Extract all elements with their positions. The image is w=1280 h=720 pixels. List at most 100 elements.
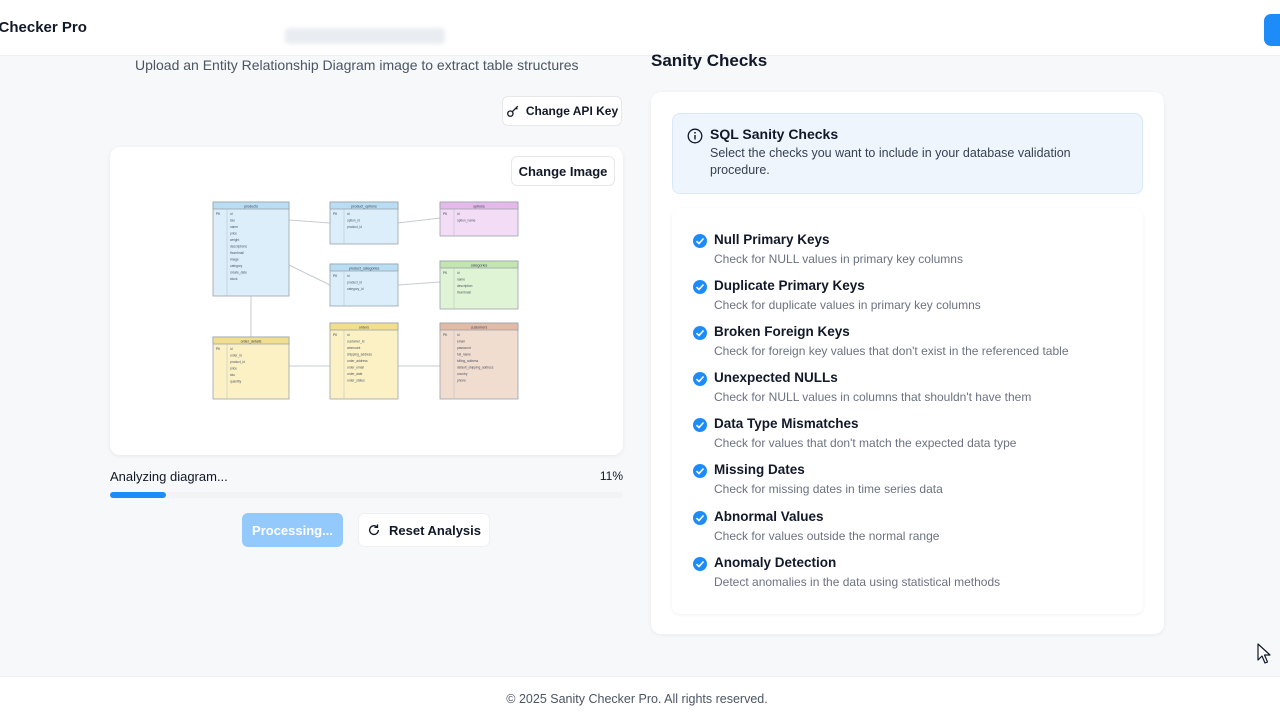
check-description: Check for foreign key values that don't … — [714, 344, 1069, 358]
erd-column: id — [347, 333, 350, 337]
erd-column: default_shipping_address — [457, 366, 494, 370]
checks-list-card — [672, 208, 1143, 614]
check-description: Detect anomalies in the data using stati… — [714, 575, 1001, 589]
check-title: Missing Dates — [714, 462, 805, 477]
check-title: Abnormal Values — [714, 509, 824, 524]
erd-column: full_name — [457, 353, 471, 357]
check-title: Duplicate Primary Keys — [714, 278, 865, 293]
check-title: Anomaly Detection — [714, 555, 837, 570]
erd-column: password — [457, 346, 471, 350]
check-circle-icon[interactable] — [693, 464, 707, 478]
info-title: SQL Sanity Checks — [710, 126, 839, 142]
refresh-icon — [368, 524, 380, 536]
erd-column: customer_id — [347, 340, 365, 344]
erd-column: price — [230, 367, 237, 371]
check-circle-icon[interactable] — [693, 280, 707, 294]
erd-column: billing_address — [457, 359, 479, 363]
change-image-button[interactable]: Change Image — [511, 156, 615, 186]
erd-column: id — [347, 274, 350, 278]
check-description: Check for values that don't match the ex… — [714, 436, 1017, 450]
reset-analysis-button[interactable]: Reset Analysis — [358, 513, 490, 547]
erd-column: product_id — [230, 360, 245, 364]
upload-subtitle: Upload an Entity Relationship Diagram im… — [135, 57, 579, 73]
erd-column: name — [457, 278, 465, 282]
erd-table-name: order_details — [241, 340, 262, 344]
erd-column: id — [457, 333, 460, 337]
check-title: Unexpected NULLs — [714, 370, 838, 385]
progress-label: Analyzing diagram... — [110, 469, 228, 484]
erd-table: ordersPK idcustomer_idammountshipping_add… — [329, 322, 399, 400]
erd-column: option_id — [347, 219, 360, 223]
check-circle-icon[interactable] — [693, 418, 707, 432]
erd-column: order_address — [347, 359, 368, 363]
erd-diagram-image: productsPK idskunamepriceweightdescriptio… — [212, 201, 519, 400]
erd-table-name: products — [244, 205, 258, 209]
erd-column: order_id — [230, 354, 242, 358]
top-bar: y Checker Pro — [0, 0, 1280, 56]
erd-column: id — [230, 212, 233, 216]
erd-table: customersPK idemailpasswordfull_namebilli… — [439, 322, 519, 400]
erd-table-name: product_options — [351, 205, 377, 209]
reset-analysis-label: Reset Analysis — [388, 522, 481, 538]
erd-column: image — [230, 258, 239, 262]
check-circle-icon[interactable] — [693, 234, 707, 248]
erd-column: sku — [230, 219, 235, 223]
erd-column: descriptions — [230, 245, 247, 249]
erd-column: category — [230, 264, 243, 268]
erd-column: order_email — [347, 366, 364, 370]
erd-column: shipping_address — [347, 353, 372, 357]
check-title: Data Type Mismatches — [714, 416, 859, 431]
erd-column: product_id — [347, 281, 362, 285]
check-circle-icon[interactable] — [693, 372, 707, 386]
erd-column: country — [457, 372, 468, 376]
erd-table-name: options — [473, 205, 485, 209]
erd-table-name: customers — [471, 326, 488, 330]
section-title-blurred — [285, 28, 445, 44]
erd-column: id — [457, 271, 460, 275]
change-api-key-button[interactable]: Change API Key — [502, 96, 622, 126]
progress-bar — [110, 492, 623, 498]
footer: © 2025 Sanity Checker Pro. All rights re… — [0, 676, 1280, 720]
brand-name: y Checker Pro — [0, 19, 87, 36]
check-title: Broken Foreign Keys — [714, 324, 850, 339]
erd-table: product_optionsPK idoption_idproduct_id — [329, 201, 399, 245]
brand-container: y Checker Pro — [0, 0, 200, 56]
erd-column: order_date — [347, 372, 363, 376]
erd-table: productsPK idskunamepriceweightdescriptio… — [212, 201, 290, 297]
erd-column: category_id — [347, 287, 364, 291]
sanity-checks-heading: Sanity Checks — [651, 51, 768, 70]
erd-table: categoriesPK idnamedescriptionthumbnail — [439, 260, 519, 310]
erd-table: optionsPK idoption_name — [439, 201, 519, 237]
erd-column: sku — [230, 373, 235, 377]
erd-table: product_categoriesPK idproduct_idcategory… — [329, 263, 399, 307]
erd-column: quantity — [230, 380, 242, 384]
info-description: Select the checks you want to include in… — [710, 146, 1071, 177]
erd-table-name: categories — [471, 264, 488, 268]
key-icon — [506, 105, 519, 117]
check-description: Check for missing dates in time series d… — [714, 482, 943, 496]
erd-column: id — [347, 212, 350, 216]
processing-button[interactable]: Processing... — [242, 513, 343, 547]
check-description: Check for NULL values in columns that sh… — [714, 390, 1032, 404]
erd-column: phone — [457, 379, 466, 383]
erd-column: thumbnail — [457, 291, 471, 295]
check-description: Check for NULL values in primary key col… — [714, 252, 963, 266]
erd-column: ammount — [347, 346, 360, 350]
erd-column: option_name — [457, 219, 476, 223]
erd-column: create_date — [230, 271, 247, 275]
progress-bar-fill — [110, 492, 167, 498]
erd-column: order_status — [347, 379, 365, 383]
erd-table: order_detailsPK idorder_idproduct_idprice… — [212, 336, 290, 400]
erd-column: id — [457, 212, 460, 216]
erd-column: name — [230, 225, 238, 229]
footer-copyright: © 2025 Sanity Checker Pro. All rights re… — [506, 692, 768, 706]
erd-column: id — [230, 347, 233, 351]
erd-column: description — [457, 284, 473, 288]
check-circle-icon[interactable] — [693, 557, 707, 571]
top-right-button[interactable] — [1264, 14, 1280, 46]
mouse-cursor-icon — [1257, 643, 1271, 664]
erd-column: price — [230, 232, 237, 236]
check-circle-icon[interactable] — [693, 326, 707, 340]
erd-column: stock — [230, 277, 238, 281]
check-circle-icon[interactable] — [693, 511, 707, 525]
